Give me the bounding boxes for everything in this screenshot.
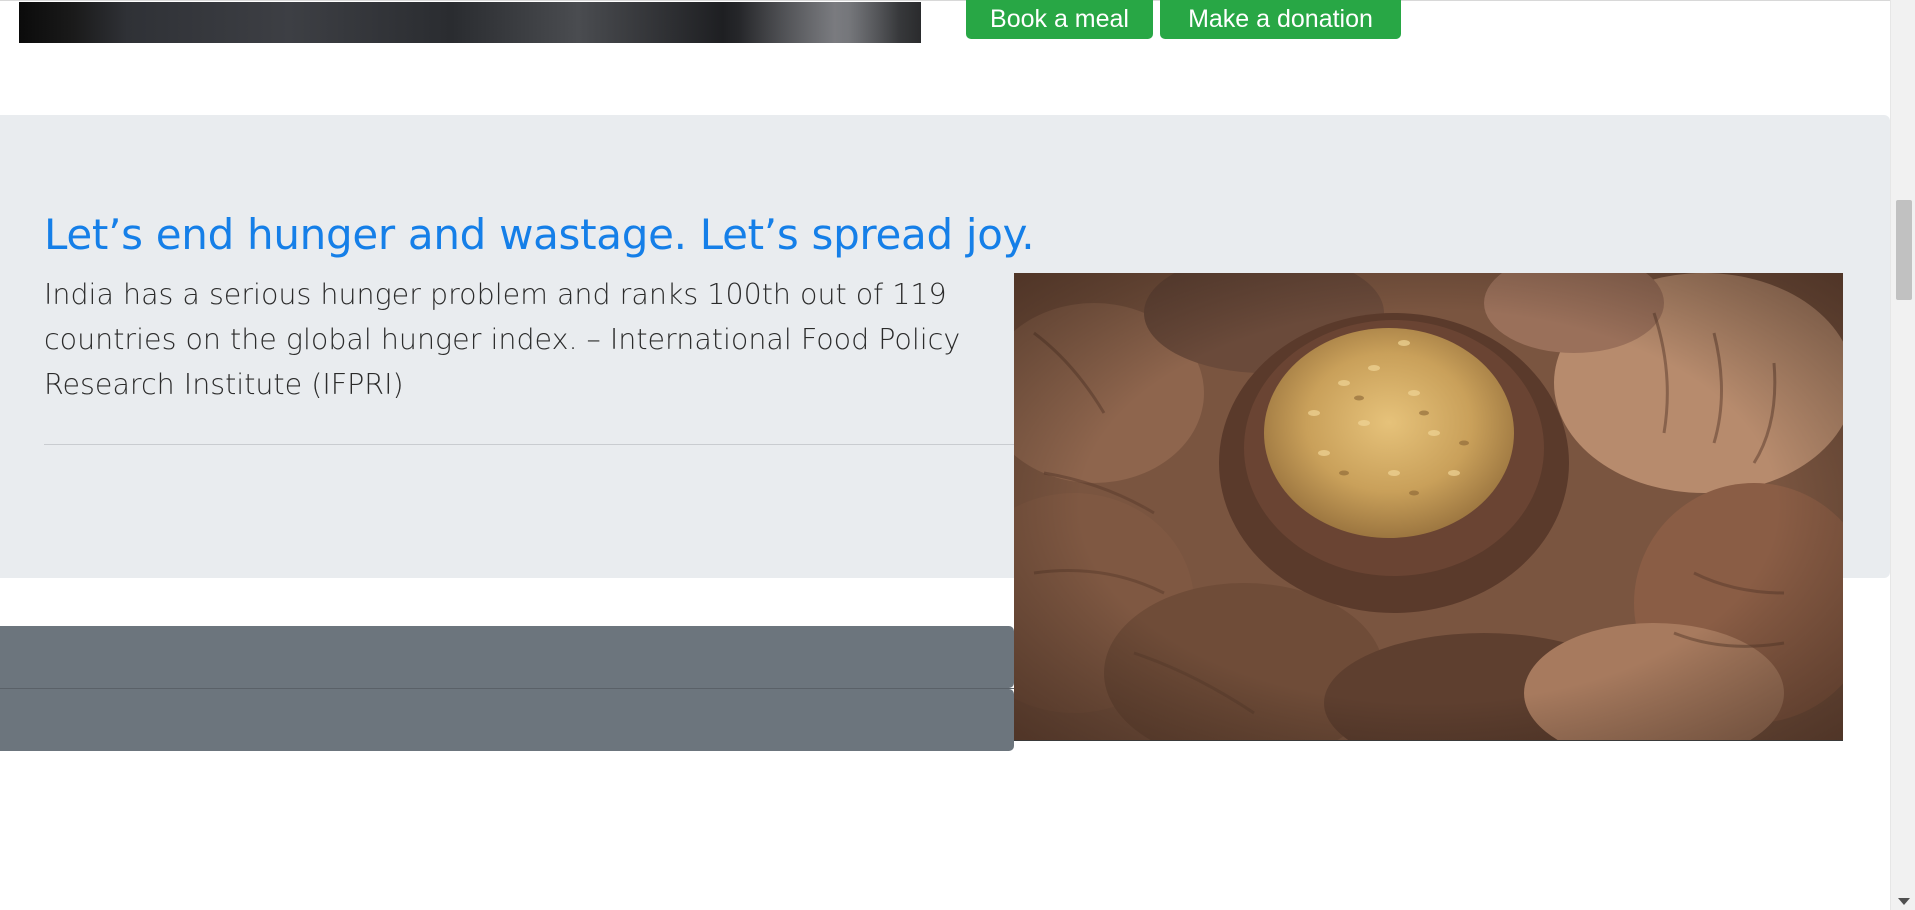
- book-meal-label: Book a meal: [990, 5, 1129, 33]
- hero-text: India has a serious hunger problem and r…: [44, 278, 961, 401]
- hero-divider: [44, 444, 1014, 445]
- page: Book a meal Make a donation Let’s end hu…: [0, 0, 1915, 910]
- top-photo: [19, 2, 921, 43]
- hero-title: Let’s end hunger and wastage. Let’s spre…: [44, 210, 1035, 259]
- book-meal-button[interactable]: Book a meal: [966, 0, 1153, 39]
- make-donation-button[interactable]: Make a donation: [1160, 0, 1401, 39]
- collapsed-panel-1[interactable]: [0, 626, 1014, 688]
- collapsed-panel-2[interactable]: [0, 689, 1014, 751]
- scrollbar-thumb[interactable]: [1896, 200, 1912, 300]
- hands-grain-photo: [1014, 273, 1843, 741]
- make-donation-label: Make a donation: [1188, 5, 1373, 33]
- top-border: [0, 0, 1890, 1]
- vertical-scrollbar[interactable]: [1890, 0, 1915, 910]
- hands-grain-illustration: [1014, 273, 1843, 740]
- photo-highlight: [739, 2, 899, 43]
- chevron-down-icon[interactable]: [1898, 898, 1910, 905]
